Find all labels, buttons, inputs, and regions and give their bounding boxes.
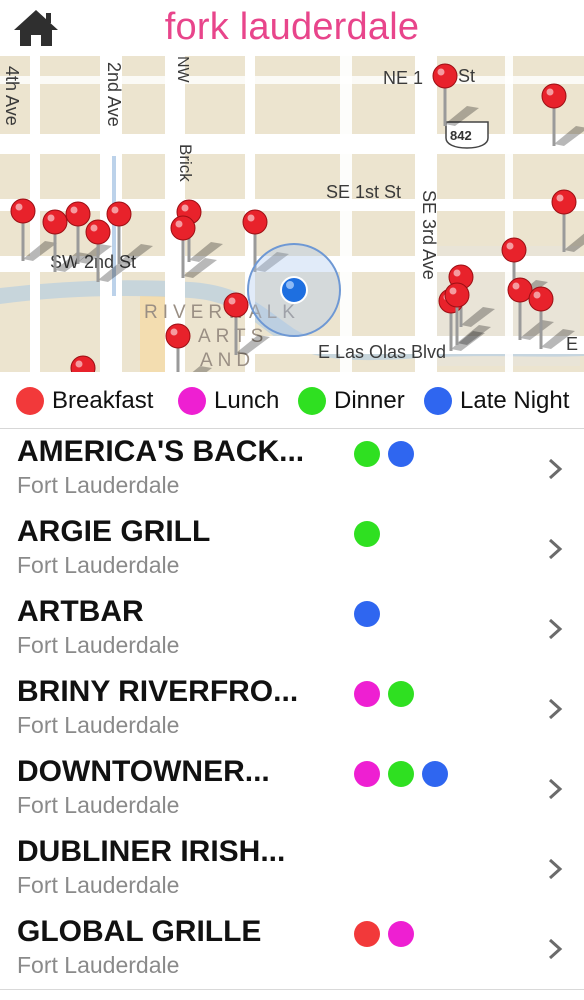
street-label: 4th Ave — [2, 66, 22, 126]
map-canvas: 4th Ave 2nd Ave NW Brick NE 1 St SE 1st … — [0, 56, 584, 372]
restaurant-row[interactable]: ARTBAR Fort Lauderdale — [0, 589, 584, 670]
restaurant-city: Fort Lauderdale — [17, 952, 180, 978]
restaurant-row[interactable]: ARGIE GRILL Fort Lauderdale — [0, 509, 584, 590]
restaurant-row[interactable]: BRINY RIVERFRO... Fort Lauderdale — [0, 669, 584, 750]
restaurant-name: ARTBAR — [17, 595, 144, 628]
restaurant-list[interactable]: AMERICA'S BACK... Fort Lauderdale ARGIE GR… — [0, 429, 584, 1000]
chevron-right-icon — [548, 618, 563, 640]
street-label: NE 1 — [383, 68, 423, 88]
late-night-dot-icon — [388, 441, 414, 467]
restaurant-city: Fort Lauderdale — [17, 632, 180, 658]
street-label: 2nd Ave — [104, 62, 124, 127]
chevron-right-icon — [548, 538, 563, 560]
restaurant-row[interactable]: GLOBAL GRILLE Fort Lauderdale — [0, 909, 584, 990]
breakfast-dot-icon — [354, 921, 380, 947]
restaurant-city: Fort Lauderdale — [17, 792, 180, 818]
restaurant-name: DOWNTOWNER... — [17, 755, 270, 788]
dinner-dot-icon — [354, 521, 380, 547]
street-label: SE 3rd Ave — [419, 190, 439, 280]
legend-label: Breakfast — [52, 387, 154, 414]
legend-item-breakfast: Breakfast — [16, 386, 153, 416]
late-night-dot-icon — [354, 601, 380, 627]
legend-item-dinner: Dinner — [298, 386, 405, 416]
lunch-dot-icon — [178, 387, 206, 415]
chevron-right-icon — [548, 858, 563, 880]
restaurant-row[interactable]: DUBLINER IRISH... Fort Lauderdale — [0, 829, 584, 910]
chevron-right-icon — [548, 778, 563, 800]
lunch-dot-icon — [388, 921, 414, 947]
street-label: E — [566, 334, 578, 354]
dinner-dot-icon — [388, 761, 414, 787]
restaurant-name: ARGIE GRILL — [17, 515, 211, 548]
street-label: SE 1st St — [326, 182, 401, 202]
chevron-right-icon — [548, 698, 563, 720]
app-title: fork lauderdale — [164, 6, 420, 48]
dinner-dot-icon — [298, 387, 326, 415]
restaurant-name: BRINY RIVERFRO... — [17, 675, 299, 708]
route-shield-icon: 842 — [445, 121, 489, 149]
restaurant-name: AMERICA'S BACK... — [17, 435, 305, 468]
chevron-right-icon — [548, 938, 563, 960]
restaurant-row[interactable]: DOWNTOWNER... Fort Lauderdale — [0, 749, 584, 830]
meal-tags — [354, 601, 388, 627]
restaurant-name: DUBLINER IRISH... — [17, 835, 286, 868]
street-label: St — [458, 66, 475, 86]
legend-label: Late Night — [460, 387, 570, 414]
restaurant-name: GLOBAL GRILLE — [17, 915, 262, 948]
late-night-dot-icon — [424, 387, 452, 415]
breakfast-dot-icon — [16, 387, 44, 415]
current-location-icon — [247, 243, 341, 337]
legend-item-lunch: Lunch — [178, 386, 279, 416]
restaurant-city: Fort Lauderdale — [17, 872, 180, 898]
meal-tags — [354, 921, 422, 947]
restaurant-row[interactable]: AMERICA'S BACK... Fort Lauderdale — [0, 429, 584, 510]
street-label: Brick — [176, 144, 195, 182]
restaurant-city: Fort Lauderdale — [17, 472, 180, 498]
restaurant-city: Fort Lauderdale — [17, 712, 180, 738]
dinner-dot-icon — [354, 441, 380, 467]
lunch-dot-icon — [354, 681, 380, 707]
late-night-dot-icon — [422, 761, 448, 787]
lunch-dot-icon — [354, 761, 380, 787]
street-label: NW — [174, 56, 191, 84]
legend-label: Dinner — [334, 387, 405, 414]
map-view[interactable]: 4th Ave 2nd Ave NW Brick NE 1 St SE 1st … — [0, 56, 584, 372]
nav-bar: fork lauderdale — [0, 0, 584, 56]
meal-tags — [354, 761, 456, 787]
legend-item-late-night: Late Night — [424, 386, 569, 416]
legend-label: Lunch — [214, 387, 280, 414]
chevron-right-icon — [548, 458, 563, 480]
svg-text:842: 842 — [450, 128, 472, 143]
meal-tags — [354, 681, 422, 707]
restaurant-city: Fort Lauderdale — [17, 552, 180, 578]
meal-tags — [354, 441, 422, 467]
meal-tags — [354, 521, 388, 547]
street-label: E Las Olas Blvd — [318, 342, 446, 362]
meal-legend: Breakfast Lunch Dinner Late Night — [0, 372, 584, 429]
dinner-dot-icon — [388, 681, 414, 707]
